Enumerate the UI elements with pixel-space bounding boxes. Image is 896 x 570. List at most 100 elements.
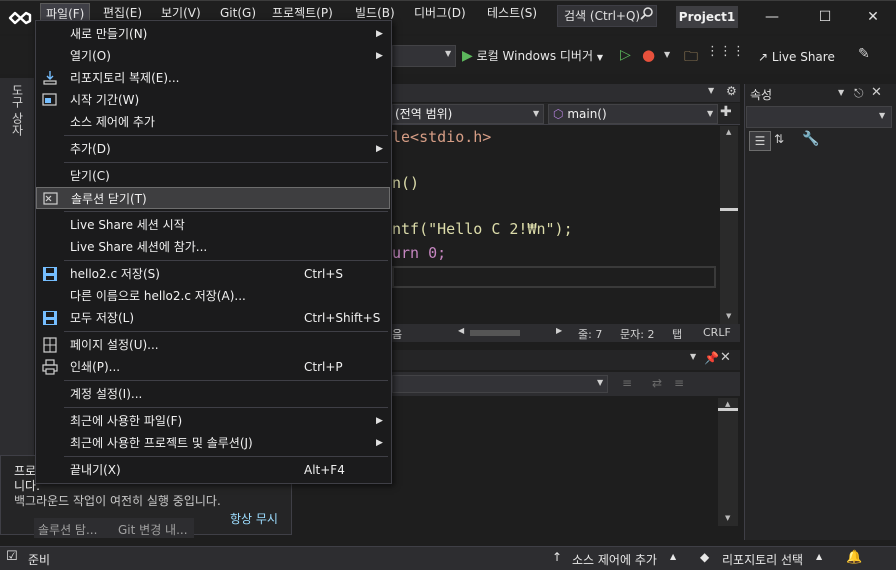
menu-separator [64,260,388,261]
menu-item-recent-projects[interactable]: 최근에 사용한 프로젝트 및 솔루션(J) ▶ [36,432,390,454]
menu-item-add-to-source-control[interactable]: 소스 제어에 추가 [36,111,390,133]
search-input[interactable]: 검색 (Ctrl+Q) [557,5,657,27]
menu-test[interactable]: 테스트(S) [482,3,542,23]
always-ignore-link[interactable]: 항상 무시 [230,510,278,527]
output-text-area[interactable] [392,398,740,528]
feedback-icon[interactable]: ✎ [858,46,870,62]
menu-separator [64,162,388,163]
menu-item-close-solution[interactable]: 솔루션 닫기(T) [36,187,390,209]
start-window-icon [42,92,58,108]
scope-dropdown[interactable]: (전역 범위) ▼ [392,104,544,124]
alphabetical-sort-icon[interactable]: ⇅ [774,132,784,146]
chevron-down-icon[interactable]: ▼ [708,86,714,95]
scroll-up-icon[interactable]: ▲ [726,128,731,136]
editor-tab-strip: ▼ ⚙ [392,84,740,102]
close-window-icon[interactable]: ✕ [858,6,888,28]
submenu-arrow-icon: ▶ [376,51,383,61]
properties-object-dropdown[interactable]: ▼ [746,106,892,128]
bell-icon[interactable]: 🔔 [846,550,862,565]
scroll-thumb[interactable] [718,408,738,411]
chevron-up-icon: ▲ [670,552,677,561]
menu-item-live-share-start[interactable]: Live Share 세션 시작 [36,214,390,236]
live-share-icon: ↗ [758,50,769,64]
menu-item-save-as[interactable]: 다른 이름으로 hello2.c 저장(A)... [36,285,390,307]
line-ending-indicator[interactable]: CRLF [703,326,731,339]
menu-item-live-share-join[interactable]: Live Share 세션에 참가... [36,236,390,258]
function-dropdown[interactable]: ⬡ main() ▼ [548,104,718,124]
horizontal-scroll-thumb[interactable] [470,330,520,336]
menu-item-close[interactable]: 닫기(C) [36,165,390,187]
scroll-down-icon[interactable]: ▼ [726,312,731,320]
gear-icon[interactable]: ⚙ [726,84,737,98]
tab-indicator[interactable]: 탭 [672,326,682,342]
menu-item-start-window[interactable]: 시작 기간(W) [36,89,390,111]
output-scrollbar[interactable]: ▲ ▼ [718,398,738,526]
menu-item-save-all[interactable]: 모두 저장(L) Ctrl+Shift+S [36,307,390,329]
scroll-left-icon[interactable]: ◀ [458,326,464,335]
function-value: main() [567,107,607,121]
pin-icon[interactable]: ⎋ [854,86,864,101]
code-line: urn 0; [392,244,447,262]
project-name-badge[interactable]: Project1 [676,6,738,28]
toolbar-overflow-icon[interactable]: ⋮⋮ [706,44,732,59]
chevron-down-icon: ▼ [596,53,603,62]
chevron-down-icon[interactable]: ▼ [664,50,670,59]
scroll-right-icon[interactable]: ▶ [556,326,562,335]
tab-git-changes[interactable]: Git 변경 내... [118,521,188,538]
close-icon[interactable]: ✕ [720,350,731,365]
menu-item-print[interactable]: 인쇄(P)... Ctrl+P [36,356,390,378]
menu-separator [64,407,388,408]
clone-icon [42,70,58,86]
menu-item-recent-files[interactable]: 최근에 사용한 파일(F) ▶ [36,410,390,432]
menu-separator [64,135,388,136]
code-line: ntf("Hello C 2!₩n"); [392,220,573,238]
start-without-debugging-icon[interactable]: ▷ [620,47,631,63]
menu-item-new[interactable]: 새로 만들기(N) ▶ [36,23,390,45]
select-repository-button[interactable]: 리포지토리 선택 [722,551,803,568]
categorized-icon[interactable]: ☰ [749,131,771,151]
properties-panel [744,84,896,540]
play-icon: ▶ [462,48,473,64]
tab-solution-explorer[interactable]: 솔루션 탐... [38,521,97,538]
output-source-dropdown[interactable]: ▼ [392,375,608,393]
code-line: n() [392,174,420,192]
chevron-down-icon[interactable]: ▼ [838,88,844,97]
start-debugging-button[interactable]: ▶ 로컬 Windows 디버거 ▼ [462,47,603,67]
toggle-wrap-icon[interactable]: ≡ [674,376,684,390]
toolbox-tab[interactable]: 도구 상자 [8,84,26,136]
minimize-icon[interactable]: — [757,6,787,28]
menu-item-open[interactable]: 열기(O) ▶ [36,45,390,67]
scroll-up-icon[interactable]: ▲ [725,400,730,408]
submenu-arrow-icon: ▶ [376,144,383,154]
column-indicator[interactable]: 문자: 2 [620,326,654,342]
scroll-thumb[interactable] [720,208,738,211]
close-icon[interactable]: ✕ [871,85,882,100]
clear-output-icon[interactable]: ≡ [622,376,632,390]
save-all-icon [42,310,58,326]
wrench-icon[interactable]: 🔧 [802,131,819,147]
ready-icon: ☑ [6,549,18,564]
maximize-icon[interactable]: ☐ [810,6,840,28]
menu-item-page-setup[interactable]: 페이지 설정(U)... [36,334,390,356]
menu-item-save[interactable]: hello2.c 저장(S) Ctrl+S [36,263,390,285]
scroll-down-icon[interactable]: ▼ [725,514,730,522]
add-to-source-control-button[interactable]: 소스 제어에 추가 [572,551,657,568]
editor-scrollbar[interactable]: ▲ ▼ [720,126,738,324]
word-wrap-icon[interactable]: ⇄ [652,376,662,390]
hot-reload-icon[interactable]: ● [642,46,655,64]
split-editor-icon[interactable]: ✚ [720,104,732,120]
line-indicator[interactable]: 줄: 7 [578,326,602,342]
live-share-button[interactable]: ↗ Live Share [758,47,835,67]
menu-debug[interactable]: 디버그(D) [409,3,471,23]
chevron-down-icon[interactable]: ▼ [690,352,696,361]
menu-item-account-settings[interactable]: 계정 설정(I)... [36,383,390,405]
menu-item-add[interactable]: 추가(D) ▶ [36,138,390,160]
solution-platform-dropdown[interactable]: ▼ [392,45,456,67]
menu-item-exit[interactable]: 끝내기(X) Alt+F4 [36,459,390,481]
close-solution-icon [43,191,59,207]
menu-item-clone-repository[interactable]: 리포지토리 복제(E)... [36,67,390,89]
pin-icon[interactable]: 📌 [704,351,719,365]
editor-status-bar: 음 ◀ ▶ 줄: 7 문자: 2 탭 CRLF [392,324,740,342]
folder-icon[interactable]: 🗀 [684,46,698,70]
toolbar-options-icon[interactable]: ⋮ [732,44,745,59]
